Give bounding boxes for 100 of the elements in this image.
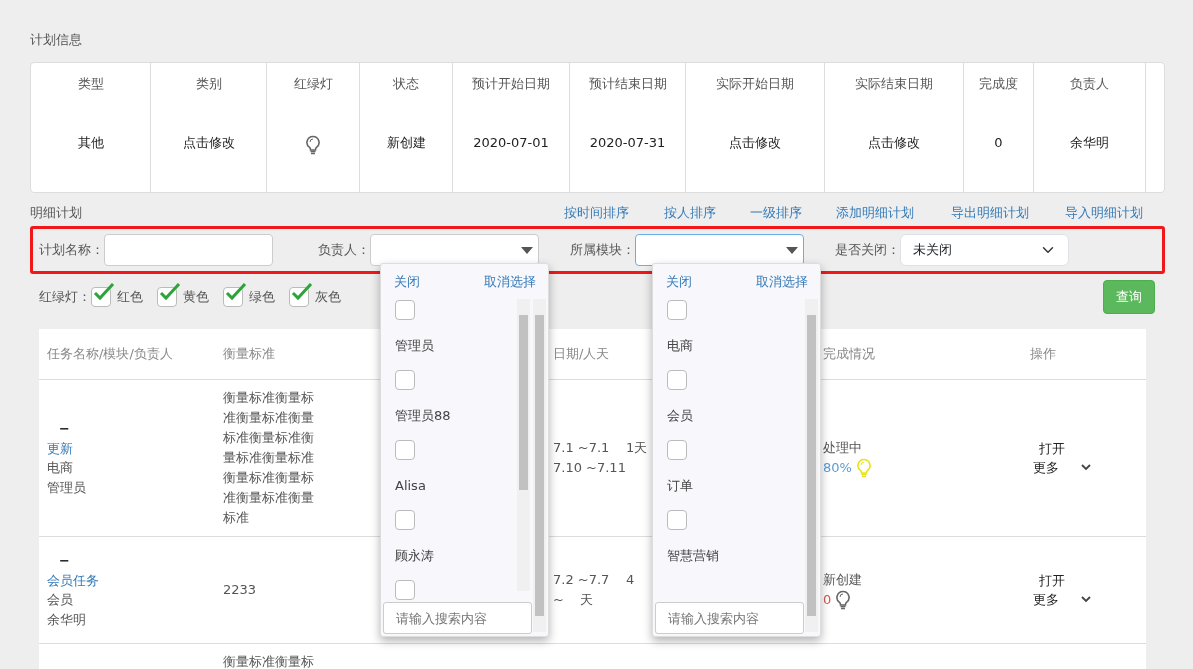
checkbox[interactable] [395, 369, 415, 390]
module-text: 会员 [47, 591, 74, 609]
collapse-toggle[interactable]: − [59, 419, 70, 439]
column-header: 实际结束日期 [855, 74, 933, 93]
column-header: 日期/人天 [553, 346, 610, 361]
date-range-text: ~ 天 [553, 591, 594, 609]
info-value: 余华明 [1070, 134, 1109, 152]
filter-label: 所属模块： [570, 241, 635, 260]
checkbox[interactable] [91, 286, 111, 307]
status-text: 新创建 [823, 571, 863, 590]
option-label[interactable]: Alisa [395, 476, 534, 496]
option-label[interactable]: 订单 [667, 476, 806, 496]
clear-selection-link[interactable]: 取消选择 [756, 272, 808, 292]
checkbox[interactable] [223, 286, 243, 307]
scrollbar[interactable] [533, 299, 546, 632]
search-input[interactable]: 请输入搜索内容 [383, 602, 532, 634]
checkbox-label: 绿色 [249, 288, 275, 306]
option-label[interactable]: 会员 [667, 406, 806, 426]
close-link[interactable]: 关闭 [394, 272, 420, 292]
owner-text: 余华明 [47, 610, 87, 629]
dropdown-caret-icon [521, 246, 533, 254]
info-value: 点击修改 [729, 134, 781, 152]
info-value: 点击修改 [868, 134, 920, 152]
close-link[interactable]: 关闭 [666, 272, 692, 292]
standard-text: 衡量标准衡量标准衡量标准衡量标准衡量标准衡量标准衡量标准衡量标准衡量标准衡量标准衡量标准 [223, 389, 315, 527]
progress-text: 0 [823, 591, 832, 609]
date-range-text: 7.1 ~7.1 1天 [553, 439, 648, 457]
column-header: 衡量标准 [223, 346, 275, 361]
column-header: 状态 [393, 74, 419, 93]
info-value: 0 [994, 134, 1003, 152]
module-text: 电商 [47, 459, 74, 477]
toolbar-link[interactable]: 导出明细计划 [951, 202, 1065, 222]
checkbox[interactable] [157, 286, 177, 307]
toolbar-link[interactable]: 添加明细计划 [836, 202, 951, 222]
checkbox[interactable] [667, 439, 687, 460]
info-value: 点击修改 [182, 134, 235, 152]
checkbox[interactable] [395, 509, 415, 530]
filter-label: 计划名称： [39, 241, 104, 260]
search-input[interactable]: 请输入搜索内容 [655, 602, 804, 634]
more-link[interactable]: 更多 [1033, 590, 1059, 610]
text-input[interactable] [104, 234, 273, 266]
checkbox[interactable] [395, 299, 415, 320]
collapse-toggle[interactable]: − [59, 551, 70, 571]
filter-label: 红绿灯： [39, 288, 91, 306]
column-header: 操作 [1030, 346, 1056, 361]
info-value: 2020-07-31 [589, 134, 666, 152]
progress-text: 80% [823, 459, 852, 477]
select-field[interactable] [370, 234, 539, 266]
toolbar-link[interactable]: 按时间排序 [564, 202, 664, 222]
option-label[interactable]: 顾永涛 [395, 546, 534, 566]
column-header: 完成度 [979, 74, 1018, 93]
scrollbar[interactable] [805, 299, 818, 632]
column-header: 类型 [77, 74, 104, 93]
scrollbar[interactable] [517, 299, 530, 591]
checkbox[interactable] [395, 579, 415, 600]
checkbox-label: 红色 [117, 288, 143, 306]
info-value: 新创建 [386, 134, 426, 152]
select-field[interactable]: 未关闭 [900, 234, 1069, 266]
option-label[interactable]: 智慧营销 [667, 546, 806, 566]
column-header: 任务名称/模块/负责人 [47, 346, 173, 361]
standard-text: 衡量标准衡量标 [223, 653, 315, 669]
column-header: 红绿灯 [293, 74, 333, 93]
owner-text: 管理员 [47, 478, 87, 497]
info-value: 其他 [77, 134, 104, 152]
more-link[interactable]: 更多 [1033, 458, 1059, 478]
column-header: 负责人 [1070, 74, 1109, 93]
checkbox-label: 黄色 [183, 288, 209, 306]
date-range-text: 7.10 ~7.11 [553, 459, 626, 477]
option-label[interactable]: 管理员 [395, 336, 534, 356]
column-header: 预计开始日期 [472, 74, 550, 93]
toolbar-link[interactable]: 一级排序 [750, 202, 836, 222]
filter-label: 是否关闭： [835, 241, 900, 260]
toolbar-link[interactable]: 按人排序 [664, 202, 750, 222]
dropdown-caret-icon [786, 246, 798, 254]
toolbar-link[interactable]: 导入明细计划 [1065, 202, 1143, 222]
section-title: 计划信息 [30, 31, 83, 49]
column-header: 预计结束日期 [588, 74, 667, 93]
select-field[interactable] [635, 234, 804, 266]
checkbox[interactable] [667, 369, 687, 390]
filter-label: 负责人： [318, 241, 370, 260]
checkbox[interactable] [395, 439, 415, 460]
option-label[interactable]: 管理员88 [395, 406, 534, 426]
status-text: 处理中 [823, 439, 863, 458]
open-link[interactable]: 打开 [1039, 438, 1138, 458]
column-header: 类别 [195, 74, 222, 93]
standard-text: 2233 [223, 581, 258, 599]
clear-selection-link[interactable]: 取消选择 [484, 272, 536, 292]
option-label[interactable]: 电商 [667, 336, 806, 356]
chevron-down-icon[interactable] [1081, 596, 1091, 604]
column-header: 完成情况 [823, 346, 875, 361]
checkbox-label: 灰色 [315, 288, 341, 306]
checkbox[interactable] [667, 509, 687, 530]
chevron-down-icon[interactable] [1081, 464, 1091, 472]
section-title: 明细计划 [30, 203, 82, 222]
info-value: 2020-07-01 [473, 134, 549, 152]
open-link[interactable]: 打开 [1039, 570, 1138, 590]
task-link[interactable]: 更新 [47, 438, 207, 458]
checkbox[interactable] [289, 286, 309, 307]
task-link[interactable]: 会员任务 [47, 570, 207, 590]
checkbox[interactable] [667, 299, 687, 320]
